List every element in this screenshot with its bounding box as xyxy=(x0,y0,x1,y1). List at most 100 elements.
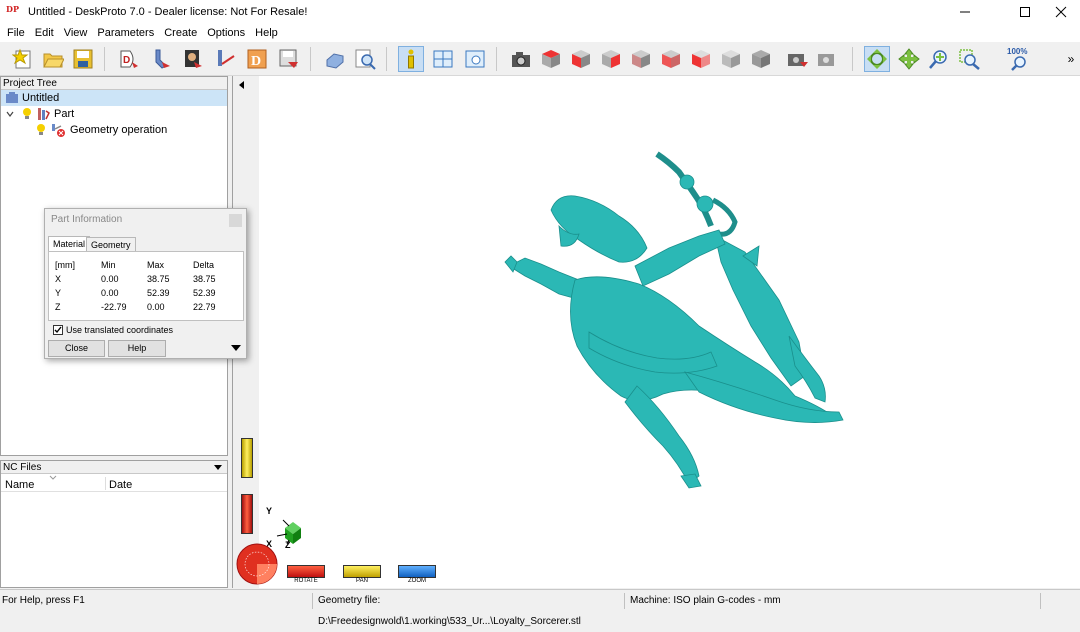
create-nc-button[interactable]: D xyxy=(244,46,270,72)
pan-mode-indicator[interactable] xyxy=(343,565,381,578)
preview-button[interactable] xyxy=(352,46,378,72)
header-delta: Delta xyxy=(193,260,215,270)
chevron-down-icon[interactable] xyxy=(5,109,15,119)
machine-parameters-button[interactable] xyxy=(180,46,206,72)
rotate-icon xyxy=(867,49,887,69)
next-view-button[interactable] xyxy=(814,46,840,72)
save-button[interactable] xyxy=(70,46,96,72)
translated-coords-checkbox[interactable] xyxy=(53,325,63,335)
camera-icon xyxy=(512,52,530,67)
menu-create[interactable]: Create xyxy=(159,24,202,42)
view-iso-alt-button[interactable] xyxy=(748,46,774,72)
pan-mode-button[interactable] xyxy=(896,46,922,72)
menu-parameters[interactable]: Parameters xyxy=(92,24,159,42)
status-divider xyxy=(312,593,313,609)
rotate-dial-icon[interactable] xyxy=(235,542,281,586)
yellow-slider-indicator[interactable] xyxy=(241,438,253,478)
close-icon xyxy=(1055,6,1067,18)
dialog-close-button[interactable] xyxy=(229,214,242,227)
app-logo-icon: DP xyxy=(6,4,22,20)
column-header-date[interactable]: Date xyxy=(109,479,132,491)
model-leg xyxy=(624,385,700,485)
column-header-name[interactable]: Name xyxy=(5,479,34,491)
tree-item-label: Part xyxy=(54,108,75,120)
tree-item-geometry-operation[interactable]: Geometry operation xyxy=(35,122,167,138)
tab-geometry[interactable]: Geometry xyxy=(86,237,136,252)
close-button[interactable]: Close xyxy=(48,340,105,357)
status-geometry-file: Geometry file: D:\Freedesignwold\1.worki… xyxy=(318,595,581,627)
value-max-x: 38.75 xyxy=(147,274,170,284)
pan-icon xyxy=(898,48,920,70)
info-icon xyxy=(408,49,414,69)
zoom-window-button[interactable] xyxy=(956,46,982,72)
zoom-100-button[interactable]: 100% xyxy=(1006,46,1032,72)
sorcerer-model xyxy=(504,151,844,489)
toolbar: D D 100% » xyxy=(0,42,1080,76)
toolpath-button[interactable] xyxy=(212,46,238,72)
toolbar-separator xyxy=(496,47,497,71)
header-max: Max xyxy=(147,260,165,270)
zoom-mode-button[interactable] xyxy=(926,46,952,72)
view-top-button[interactable] xyxy=(538,46,564,72)
part-information-button[interactable] xyxy=(398,46,424,72)
view-iso-button[interactable] xyxy=(718,46,744,72)
tree-item-part[interactable]: Part xyxy=(5,106,74,122)
menu-view[interactable]: View xyxy=(59,24,93,42)
part-parameters-icon: D xyxy=(120,50,138,68)
simulation-button[interactable] xyxy=(322,46,348,72)
tab-material[interactable]: Material xyxy=(48,236,91,252)
cube-top-icon xyxy=(542,50,560,68)
view-right-button[interactable] xyxy=(598,46,624,72)
part-parameters-button[interactable]: D xyxy=(116,46,142,72)
previous-view-button[interactable] xyxy=(784,46,810,72)
menu-bar: File Edit View Parameters Create Options… xyxy=(0,24,1080,42)
toolbar-separator xyxy=(386,47,387,71)
view-bottom-button[interactable] xyxy=(688,46,714,72)
rotate-mode-indicator[interactable] xyxy=(287,565,325,578)
tree-item-label: Geometry operation xyxy=(70,124,168,136)
dropdown-arrow-icon[interactable] xyxy=(213,463,223,473)
camera-button[interactable] xyxy=(508,46,534,72)
view-front-button[interactable] xyxy=(568,46,594,72)
close-button[interactable] xyxy=(1038,0,1080,24)
zoom-mode-indicator[interactable] xyxy=(398,565,436,578)
visibility-bulb-icon[interactable] xyxy=(35,123,47,137)
value-delta-x: 38.75 xyxy=(193,274,216,284)
cube-right-icon xyxy=(602,50,620,68)
axis-z-label: Z xyxy=(285,540,291,550)
minimize-button[interactable] xyxy=(942,0,988,24)
menu-options[interactable]: Options xyxy=(202,24,250,42)
zoom-mode-label: ZOOM xyxy=(408,578,426,584)
tree-item-untitled[interactable]: Untitled xyxy=(1,90,227,106)
open-button[interactable] xyxy=(40,46,66,72)
menu-file[interactable]: File xyxy=(2,24,30,42)
red-slider-indicator[interactable] xyxy=(241,494,253,534)
save-nc-button[interactable] xyxy=(276,46,302,72)
new-project-button[interactable] xyxy=(10,46,36,72)
rotate-mode-button[interactable] xyxy=(864,46,890,72)
expand-arrow-icon[interactable] xyxy=(230,344,242,352)
translated-coords-option[interactable]: Use translated coordinates xyxy=(53,325,173,335)
rotate-mode-label: ROTATE xyxy=(294,578,318,584)
menu-edit[interactable]: Edit xyxy=(30,24,59,42)
toolbar-overflow-button[interactable]: » xyxy=(1064,46,1078,72)
3d-model[interactable]: Y X Z xyxy=(259,76,1080,588)
minimize-icon xyxy=(960,11,970,13)
svg-text:D: D xyxy=(251,54,261,69)
help-button[interactable]: Help xyxy=(108,340,166,357)
menu-help[interactable]: Help xyxy=(250,24,283,42)
part-icon xyxy=(38,108,50,120)
view-settings-button[interactable] xyxy=(462,46,488,72)
visibility-bulb-icon[interactable] xyxy=(21,107,33,121)
column-divider[interactable] xyxy=(105,477,106,490)
next-view-icon xyxy=(818,54,834,66)
view-back-button[interactable] xyxy=(628,46,654,72)
collapse-panel-icon[interactable] xyxy=(237,80,247,90)
operation-parameters-button[interactable] xyxy=(148,46,174,72)
viewport-area: Y X Z ROTATE PAN ZOOM xyxy=(232,76,1080,588)
layout-button[interactable] xyxy=(430,46,456,72)
view-left-button[interactable] xyxy=(658,46,684,72)
value-max-y: 52.39 xyxy=(147,288,170,298)
machine-parameters-icon xyxy=(185,50,202,68)
3d-viewport[interactable]: Y X Z xyxy=(259,76,1080,588)
